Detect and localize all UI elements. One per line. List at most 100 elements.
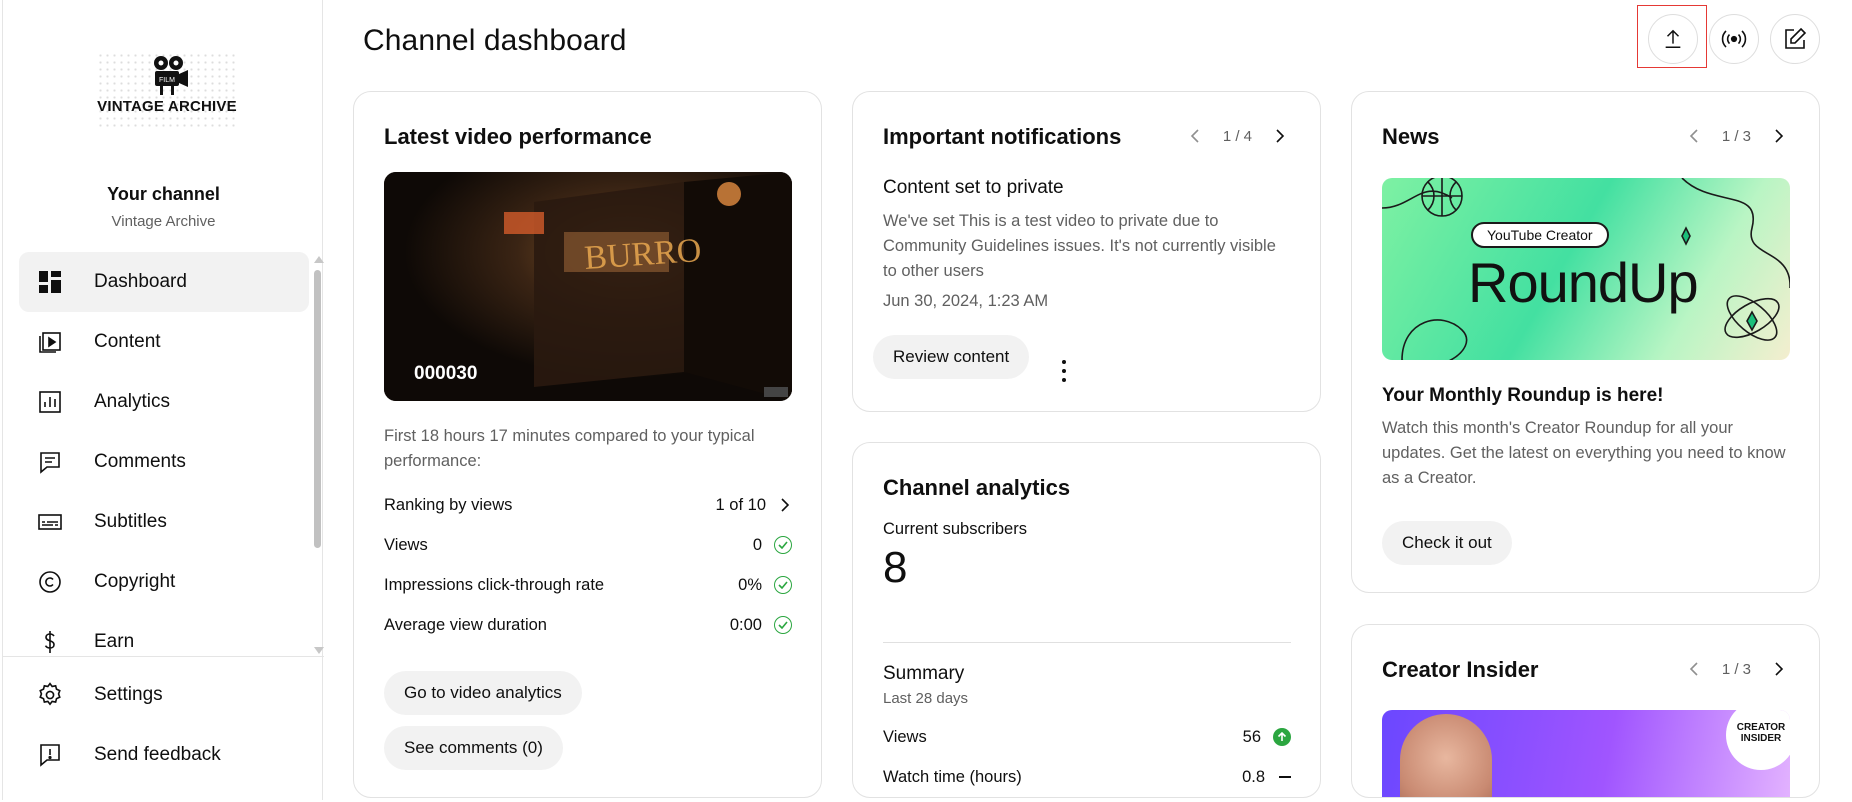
creator-insider-pager: 1 / 3 <box>1684 659 1789 679</box>
subscribers-label: Current subscribers <box>883 520 1027 538</box>
review-content-button[interactable]: Review content <box>873 335 1030 379</box>
dashboard-icon <box>37 269 63 295</box>
analytics-value: 56 <box>1242 727 1261 746</box>
news-image-title: RoundUp <box>1468 251 1699 314</box>
metric-label: Impressions click-through rate <box>384 575 605 594</box>
channel-logo[interactable]: FILM VINTAGE ARCHIVE <box>97 52 237 130</box>
chevron-left-icon[interactable] <box>1185 126 1205 146</box>
badge-line-1: CREATOR <box>1736 722 1786 733</box>
channel-title[interactable]: Your channel <box>3 184 324 205</box>
chevron-left-icon[interactable] <box>1684 126 1704 146</box>
analytics-label: Views <box>883 727 927 746</box>
card-title: Latest video performance <box>384 124 652 149</box>
card-title: Important notifications <box>883 124 1122 149</box>
news-body: Watch this month's Creator Roundup for a… <box>1382 419 1786 487</box>
sidebar-item-copyright[interactable]: Copyright <box>19 552 309 612</box>
create-post-button[interactable] <box>1770 14 1820 64</box>
sidebar-item-subtitles[interactable]: Subtitles <box>19 492 309 552</box>
video-thumbnail[interactable]: BURRO 000030 <box>384 172 792 401</box>
news-card: News 1 / 3 YouTube Creator RoundUp Your … <box>1351 91 1820 593</box>
analytics-value: 0.8 <box>1242 767 1265 786</box>
sidebar-item-content[interactable]: Content <box>19 312 309 372</box>
chevron-right-icon[interactable] <box>1769 126 1789 146</box>
sidebar-item-label: Subtitles <box>94 511 167 532</box>
content-icon <box>37 329 63 355</box>
check-it-out-button[interactable]: Check it out <box>1382 521 1512 565</box>
analytics-row-watch-time: Watch time (hours) 0.8 <box>883 765 1291 789</box>
summary-title: Summary <box>883 663 965 684</box>
earn-icon <box>37 629 63 655</box>
sidebar-scrollbar[interactable] <box>312 256 324 654</box>
pager-count: 1 / 4 <box>1222 127 1252 145</box>
news-heading: Your Monthly Roundup is here! <box>1382 385 1664 406</box>
sidebar-item-label: Content <box>94 331 161 352</box>
sidebar-item-label: Comments <box>94 451 186 472</box>
metric-value: 1 of 10 <box>715 495 766 514</box>
film-camera-icon: FILM <box>154 56 188 95</box>
check-circle-icon <box>774 536 792 554</box>
sidebar-item-send-feedback[interactable]: Send feedback <box>19 725 309 785</box>
notification-date: Jun 30, 2024, 1:23 AM <box>883 292 1049 310</box>
news-image[interactable]: YouTube Creator RoundUp <box>1382 178 1790 360</box>
check-circle-icon <box>774 616 792 634</box>
page-title: Channel dashboard <box>363 24 627 57</box>
live-icon <box>1721 30 1747 48</box>
metric-ranking-by-views[interactable]: Ranking by views 1 of 10 <box>384 493 792 517</box>
video-thumbnail-label: 000030 <box>414 363 478 384</box>
metric-value: 0 <box>752 535 762 554</box>
presenter-portrait <box>1400 714 1492 797</box>
feedback-icon <box>37 742 63 768</box>
notifications-card: Important notifications 1 / 4 Content se… <box>852 91 1321 412</box>
metric-average-view-duration: Average view duration 0:00 <box>384 613 792 637</box>
latest-video-card: Latest video performance BURRO 000030 Fi… <box>353 91 822 798</box>
creator-insider-card: Creator Insider 1 / 3 CREATOR INSIDER <box>1351 624 1820 798</box>
metric-label: Ranking by views <box>384 495 513 514</box>
notification-body: We've set This is a test video to privat… <box>883 212 1276 280</box>
gear-icon <box>37 682 63 708</box>
dash-icon <box>1279 776 1291 778</box>
card-title: Creator Insider <box>1382 657 1539 682</box>
channel-name: Vintage Archive <box>111 213 216 230</box>
sidebar-nav: Dashboard Content Analytics Comments Sub… <box>19 252 309 656</box>
pager-count: 1 / 3 <box>1721 127 1751 145</box>
sidebar-item-label: Send feedback <box>94 744 221 765</box>
notification-heading: Content set to private <box>883 177 1064 198</box>
sidebar-item-label: Earn <box>94 631 135 652</box>
analytics-icon <box>37 389 63 415</box>
chevron-left-icon[interactable] <box>1684 659 1704 679</box>
analytics-row-views: Views 56 <box>883 725 1291 749</box>
sidebar-item-label: Copyright <box>94 571 176 592</box>
scrollbar-thumb[interactable] <box>314 270 321 548</box>
sidebar: FILM VINTAGE ARCHIVE Your channel Vintag… <box>2 0 324 800</box>
sidebar-item-dashboard[interactable]: Dashboard <box>19 252 309 312</box>
channel-analytics-card: Channel analytics Current subscribers 8 … <box>852 442 1321 798</box>
sidebar-bottom: Settings Send feedback <box>3 656 324 800</box>
chevron-right-icon[interactable] <box>1270 126 1290 146</box>
sidebar-item-analytics[interactable]: Analytics <box>19 372 309 432</box>
sidebar-item-comments[interactable]: Comments <box>19 432 309 492</box>
performance-note: First 18 hours 17 minutes compared to yo… <box>384 427 755 470</box>
scroll-up-arrow-icon[interactable] <box>314 256 324 263</box>
news-image-tag: YouTube Creator <box>1471 222 1609 248</box>
creator-insider-image[interactable]: CREATOR INSIDER <box>1382 710 1790 797</box>
metric-views: Views 0 <box>384 533 792 557</box>
sidebar-item-settings[interactable]: Settings <box>19 665 309 725</box>
comments-icon <box>37 449 63 475</box>
pager-count: 1 / 3 <box>1721 660 1751 678</box>
logo-text: VINTAGE ARCHIVE <box>97 98 237 115</box>
upload-button[interactable] <box>1648 14 1698 64</box>
subscribers-value: 8 <box>883 543 908 592</box>
card-title: News <box>1382 124 1440 149</box>
summary-period: Last 28 days <box>883 690 969 707</box>
create-post-icon <box>1785 27 1807 49</box>
sidebar-item-earn[interactable]: Earn <box>19 612 309 656</box>
see-comments-button[interactable]: See comments (0) <box>384 726 563 770</box>
chevron-right-icon[interactable] <box>1769 659 1789 679</box>
subtitles-icon <box>37 509 63 535</box>
more-options-icon[interactable] <box>1061 360 1067 382</box>
upload-icon <box>1665 29 1681 48</box>
metric-label: Views <box>384 535 428 554</box>
scroll-down-arrow-icon[interactable] <box>314 647 324 654</box>
go-live-button[interactable] <box>1709 14 1759 64</box>
go-to-video-analytics-button[interactable]: Go to video analytics <box>384 671 582 715</box>
